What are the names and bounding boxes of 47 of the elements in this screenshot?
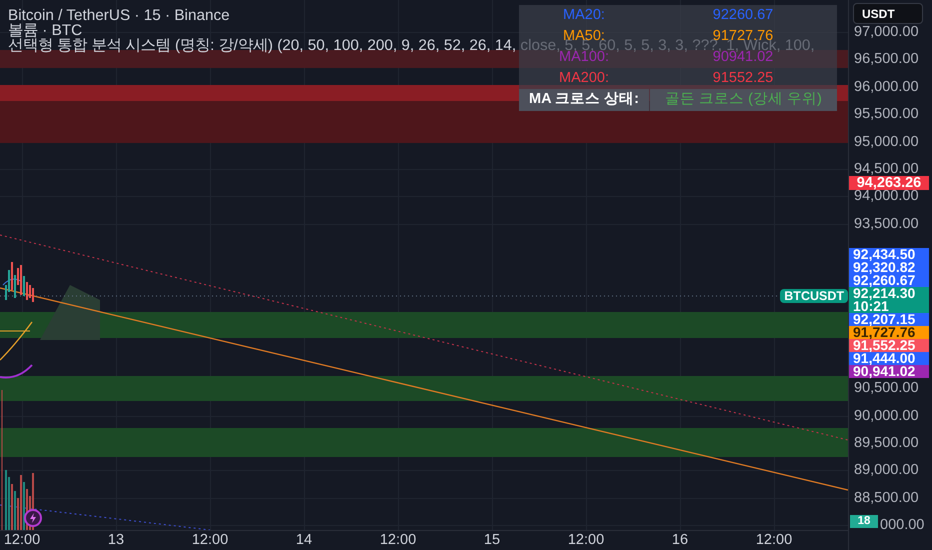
price-badge: 92,434.50 [849,248,929,261]
price-badge: 92,260.67 [849,274,929,287]
price-label: 94,000.00 [854,189,919,204]
price-label: 000.00 [880,518,924,532]
price-badge: 91,727.76 [849,326,929,339]
price-label: 95,500.00 [854,107,919,122]
price-label: 96,500.00 [854,52,919,66]
ma-value: 91552.25 [712,71,774,86]
cross-status-value: 골든 크로스 (강세 우위) [650,89,837,111]
price-badge: 92,214.30 10:21 [849,287,929,313]
price-label: 89,500.00 [854,436,919,450]
cross-status-label: MA 크로스 상태: [519,89,649,111]
price-label: 93,500.00 [854,216,919,231]
price-badge: 92,320.82 [849,261,929,274]
price-badge: 91,444.00 [849,352,929,365]
time-label: 12:00 [756,532,792,549]
ma-value: 92260.67 [712,8,774,23]
price-label: 94,500.00 [854,162,919,176]
ma-label: MA100: [559,50,609,65]
time-label: 16 [672,532,688,549]
price-label: 97,000.00 [854,25,919,39]
time-label: 13 [108,532,124,549]
price-badge: 90,941.02 [849,365,929,378]
time-label: 12:00 [4,532,40,549]
price-label: 96,000.00 [854,80,919,94]
time-label: 12:00 [568,532,604,549]
price-label: 90,000.00 [854,408,919,423]
ma-value: 90941.02 [712,50,774,65]
time-label: 12:00 [192,532,228,549]
price-label: 88,500.00 [854,490,919,505]
price-label: 95,000.00 [854,134,919,149]
ma-label: MA200: [559,71,609,86]
lightning-icon [24,509,42,527]
volume-legend: 볼륨 · BTC [8,23,82,38]
time-label: 14 [296,532,312,549]
price-label: 89,000.00 [854,463,919,478]
high-price-badge: 94,263.26 [849,176,929,190]
time-label: 12:00 [380,532,416,549]
symbol-tag: BTCUSDT [780,289,848,303]
price-label: 90,500.00 [854,381,919,396]
price-badge: 92,207.15 [849,313,929,326]
volume-badge: 18 [850,515,878,528]
ma-label: MA20: [563,8,605,23]
chart-title: Bitcoin / TetherUS · 15 · Binance [8,8,230,23]
price-badge: 91,552.25 [849,339,929,352]
time-label: 15 [484,532,500,549]
currency-button[interactable]: USDT [853,3,923,24]
